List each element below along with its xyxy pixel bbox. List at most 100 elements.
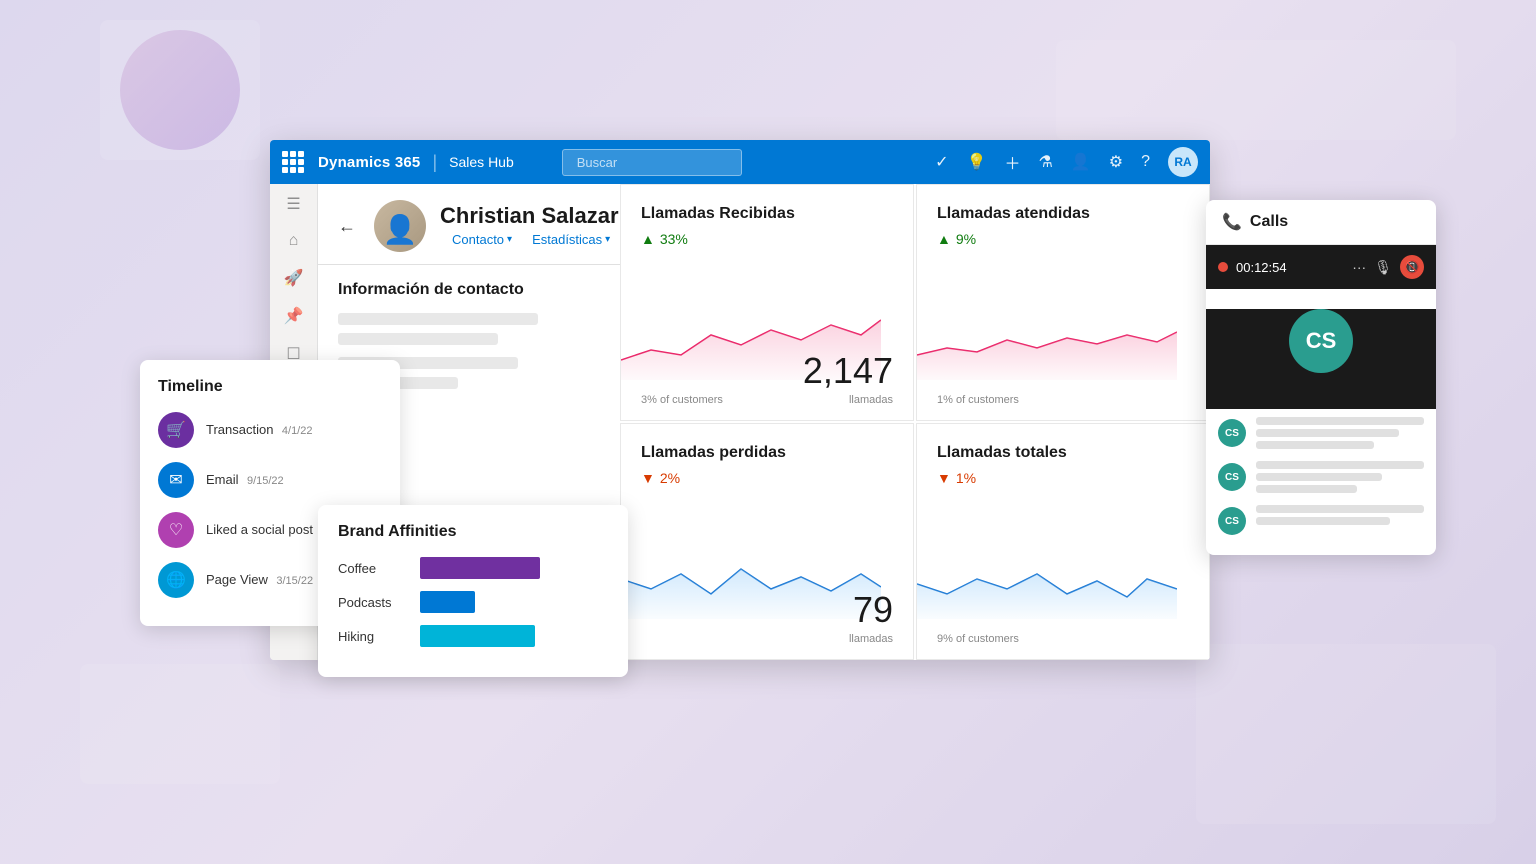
sidebar-rocket-icon[interactable]: 🚀 [284, 268, 304, 288]
bg-ghost-pie [120, 30, 240, 150]
timeline-label-1: Email [206, 472, 239, 487]
call-hist-line-0a [1256, 417, 1424, 425]
back-button[interactable]: ← [338, 216, 356, 237]
filter-icon[interactable]: ⚗ [1038, 152, 1052, 172]
stat-title-2: Llamadas perdidas [641, 444, 893, 462]
trend-arrow-up-0: ▲ [641, 231, 655, 247]
stat-sub-3: 9% of customers [937, 633, 1019, 645]
calls-header: 📞 Calls [1206, 200, 1436, 245]
brand-label-2: Hiking [338, 629, 408, 644]
stat-card-recibidas: Llamadas Recibidas ▲ 33% 2,147 [620, 184, 914, 421]
stat-trend-2: ▼ 2% [641, 470, 893, 486]
contact-info: Christian Salazar Contacto ▾ Estadística… [440, 203, 619, 250]
call-hist-item-1: CS [1218, 461, 1424, 493]
check-icon[interactable]: ✓ [935, 152, 948, 172]
lightbulb-icon[interactable]: 💡 [967, 152, 987, 172]
mic-icon[interactable]: 🎙 [1374, 259, 1392, 276]
trend-arrow-down-3: ▼ [937, 470, 951, 486]
brand-row-0: Coffee [338, 557, 608, 579]
brand-label-1: Podcasts [338, 595, 408, 610]
nav-divider: | [432, 152, 437, 173]
brand-label-0: Coffee [338, 561, 408, 576]
call-hist-line-1a [1256, 461, 1424, 469]
phone-icon: 📞 [1222, 212, 1242, 232]
contact-name: Christian Salazar [440, 203, 619, 229]
caller-avatar: CS [1289, 309, 1353, 373]
call-avatar-area: CS [1206, 309, 1436, 409]
brand-bar-2 [420, 625, 535, 647]
chevron-down-icon-2: ▾ [605, 234, 610, 245]
settings-icon[interactable]: ⚙ [1109, 152, 1123, 172]
call-hist-item-2: CS [1218, 505, 1424, 535]
brand-card: Brand Affinities Coffee Podcasts Hiking [318, 505, 628, 677]
calls-title: Calls [1250, 213, 1288, 231]
call-hist-line-1c [1256, 485, 1357, 493]
timeline-item-1: ✉ Email 9/15/22 [158, 462, 382, 498]
chevron-down-icon: ▾ [507, 234, 512, 245]
tab-contacto[interactable]: Contacto ▾ [444, 229, 520, 250]
waffle-menu[interactable] [282, 151, 304, 173]
call-hist-lines-2 [1256, 505, 1424, 525]
trend-pct-2: 2% [660, 470, 680, 486]
person-icon[interactable]: 👤 [1071, 152, 1091, 172]
contact-avatar [374, 200, 426, 252]
call-hist-lines-0 [1256, 417, 1424, 449]
timeline-icon-0: 🛒 [158, 412, 194, 448]
timeline-content-0: Transaction 4/1/22 [206, 421, 312, 439]
call-hist-line-2a [1256, 505, 1424, 513]
timeline-date-1: 9/15/22 [247, 475, 284, 487]
timeline-content-1: Email 9/15/22 [206, 471, 284, 489]
end-call-button[interactable]: 📵 [1400, 255, 1424, 279]
call-controls: ··· 🎙 📵 [1352, 255, 1424, 279]
trend-arrow-down-2: ▼ [641, 470, 655, 486]
brand-bar-1 [420, 591, 475, 613]
stat-value-0: 2,147 [803, 350, 893, 392]
user-avatar[interactable]: RA [1168, 147, 1198, 177]
trend-pct-0: 33% [660, 231, 688, 247]
call-hist-line-0b [1256, 429, 1399, 437]
timeline-item-0: 🛒 Transaction 4/1/22 [158, 412, 382, 448]
stat-sub-1: 1% of customers [937, 394, 1019, 406]
timeline-icon-1: ✉ [158, 462, 194, 498]
brand-row-1: Podcasts [338, 591, 608, 613]
contact-tabs: Contacto ▾ Estadísticas ▾ [444, 229, 619, 250]
stat-card-atendidas: Llamadas atendidas ▲ 9% 1% of custom [916, 184, 1210, 421]
brand-bar-0 [420, 557, 540, 579]
brand-bar-bg-1 [420, 591, 608, 613]
search-input[interactable] [562, 149, 742, 176]
stat-title-1: Llamadas atendidas [937, 205, 1189, 223]
stat-trend-1: ▲ 9% [937, 231, 1189, 247]
calls-panel: 📞 Calls 00:12:54 ··· 🎙 📵 CS CS CS [1206, 200, 1436, 555]
stat-title-0: Llamadas Recibidas [641, 205, 893, 223]
call-timer: 00:12:54 [1236, 260, 1344, 275]
timeline-title: Timeline [158, 378, 382, 396]
timeline-label-2: Liked a social post [206, 522, 313, 537]
tab-estadisticas[interactable]: Estadísticas ▾ [524, 229, 618, 250]
call-hist-item-0: CS [1218, 417, 1424, 449]
info-row-2 [338, 333, 498, 345]
brand-bar-bg-2 [420, 625, 608, 647]
info-row-1 [338, 313, 538, 325]
sidebar-menu-icon[interactable]: ☰ [286, 194, 300, 214]
rec-indicator [1218, 262, 1228, 272]
timeline-icon-3: 🌐 [158, 562, 194, 598]
sidebar-pin-icon[interactable]: 📌 [284, 306, 304, 326]
add-icon[interactable]: ＋ [1004, 150, 1020, 174]
tab-contacto-label: Contacto [452, 232, 504, 247]
stat-title-3: Llamadas totales [937, 444, 1189, 462]
bg-ghost-4 [1196, 644, 1496, 824]
timeline-content-3: Page View 3/15/22 [206, 571, 313, 589]
sidebar-home-icon[interactable]: ⌂ [289, 232, 299, 250]
brand-name: Dynamics 365 [318, 154, 420, 171]
call-hist-lines-1 [1256, 461, 1424, 493]
stat-unit-0: llamadas [849, 394, 893, 406]
stat-trend-3: ▼ 1% [937, 470, 1189, 486]
trend-pct-1: 9% [956, 231, 976, 247]
sparkline-2 [621, 539, 881, 619]
timeline-label-3: Page View [206, 572, 268, 587]
active-call: 00:12:54 ··· 🎙 📵 [1206, 245, 1436, 289]
call-hist-line-2b [1256, 517, 1390, 525]
help-icon[interactable]: ? [1141, 153, 1150, 171]
trend-arrow-up-1: ▲ [937, 231, 951, 247]
more-icon[interactable]: ··· [1352, 259, 1366, 275]
